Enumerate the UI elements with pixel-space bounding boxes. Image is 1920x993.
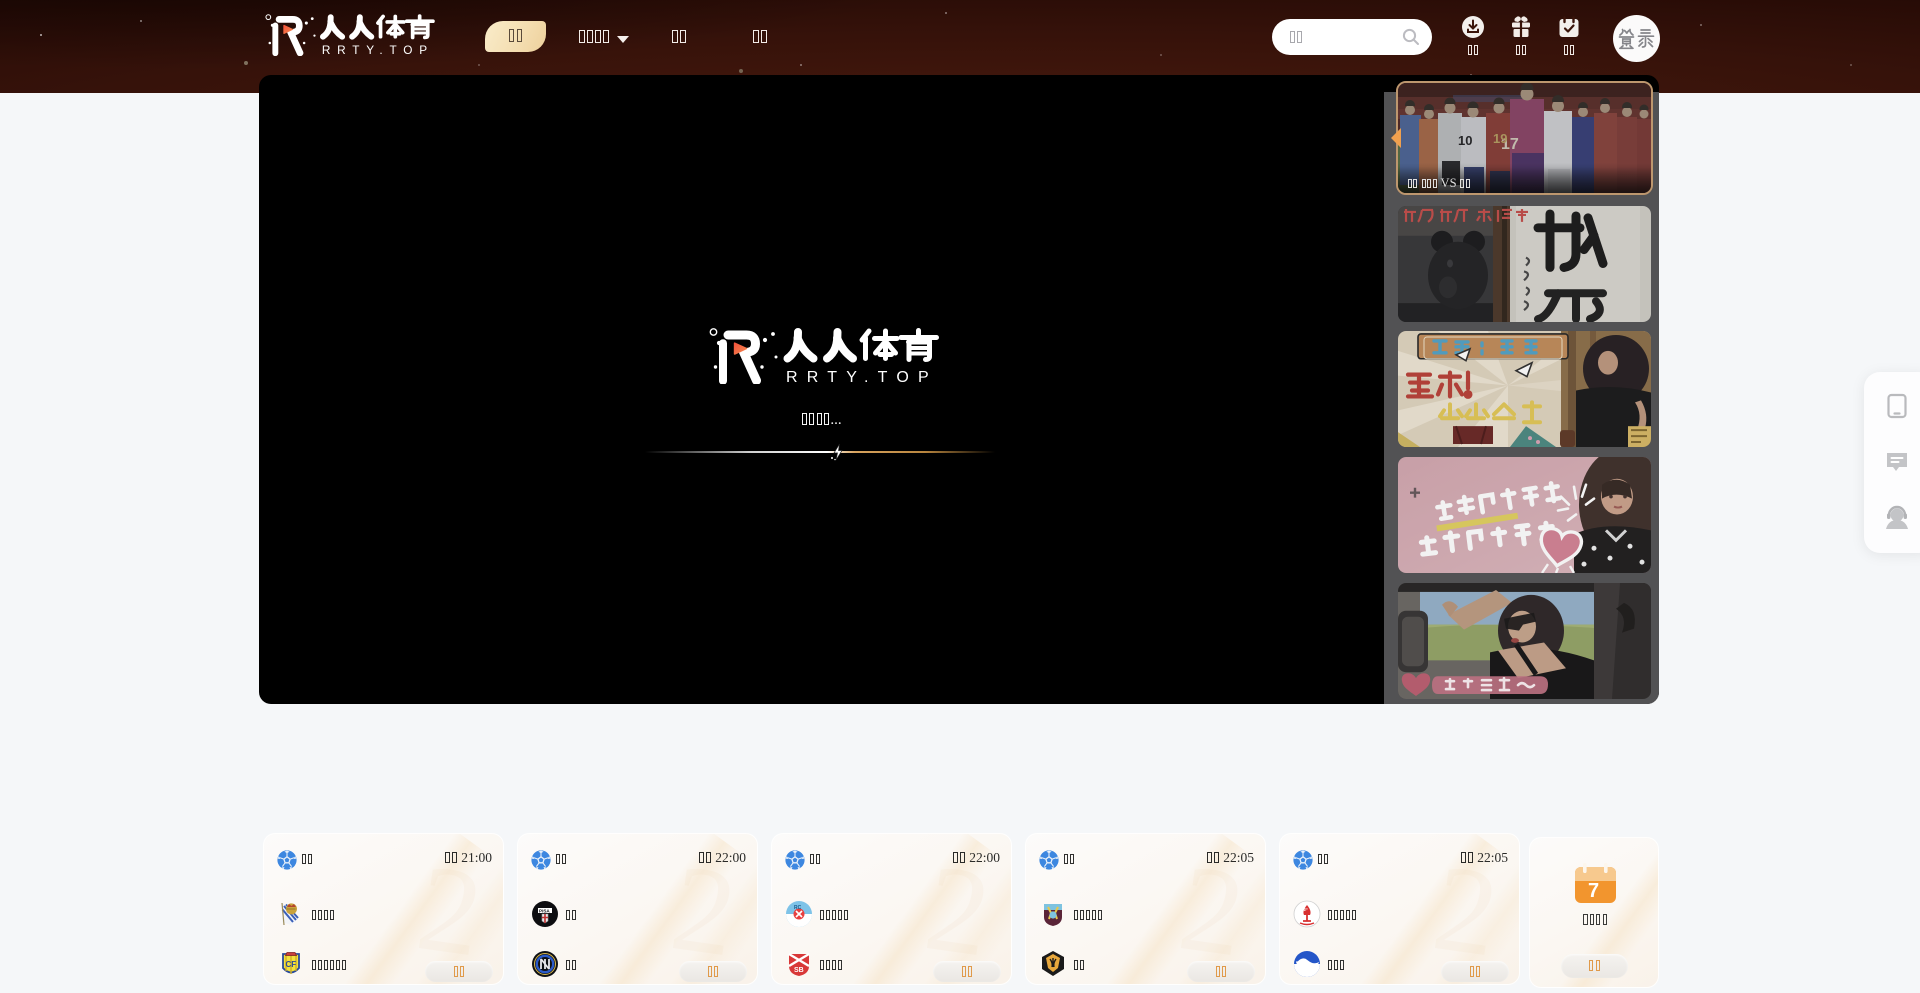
svg-text:CF: CF bbox=[286, 960, 297, 969]
svg-text:SB: SB bbox=[794, 967, 804, 974]
svg-text:NF: NF bbox=[1302, 907, 1308, 912]
svg-text:RC: RC bbox=[794, 905, 802, 911]
svg-text:7: 7 bbox=[1588, 880, 1599, 902]
svg-text:PISA: PISA bbox=[539, 909, 550, 914]
